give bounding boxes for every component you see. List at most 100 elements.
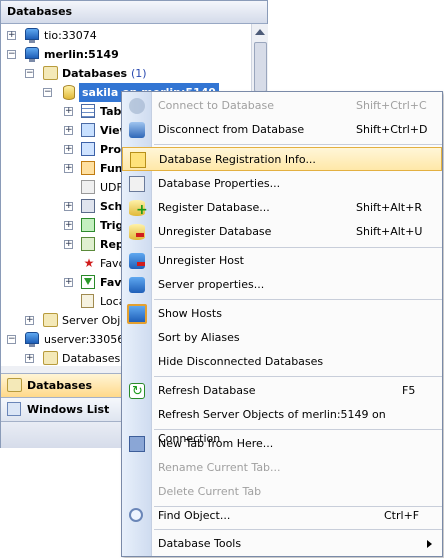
collapse-button[interactable]: − [7, 335, 16, 344]
collapse-button[interactable]: − [25, 69, 34, 78]
menu-separator [154, 376, 442, 377]
tree-node-label: Sch [100, 200, 123, 213]
menu-item-label: Unregister Database [158, 225, 272, 238]
menu-item-shortcut: Shift+Alt+U [356, 225, 423, 238]
expand-button[interactable]: + [64, 145, 73, 154]
expand-button[interactable]: + [64, 164, 73, 173]
menu-item-show-hosts[interactable]: Show Hosts [122, 302, 442, 326]
unregister-database-icon [129, 224, 145, 240]
menu-item-label: Disconnect from Database [158, 123, 305, 136]
menu-item-find-object[interactable]: Find Object... Ctrl+F [122, 504, 442, 528]
menu-separator [154, 429, 442, 430]
menu-separator [154, 247, 442, 248]
menu-item-label: Database Tools [158, 537, 242, 550]
server-icon [25, 332, 39, 347]
nav-databases-label: Databases [27, 379, 93, 392]
menu-item-label: Database Properties... [158, 177, 281, 190]
panel-title: Databases [1, 1, 267, 24]
menu-item-shortcut: Shift+Ctrl+D [356, 123, 428, 136]
database-properties-icon [129, 176, 145, 192]
submenu-arrow-icon [427, 540, 432, 548]
expand-button[interactable]: + [64, 278, 73, 287]
server-icon [25, 47, 39, 62]
register-database-icon [129, 198, 148, 222]
server-objects-icon [43, 313, 58, 327]
menu-item-label: New Tab from Here... [158, 437, 274, 450]
expand-button[interactable]: + [64, 202, 73, 211]
expand-button[interactable]: + [25, 316, 34, 325]
expand-button[interactable]: + [7, 31, 16, 40]
menu-item-database-tools[interactable]: Database Tools [122, 532, 442, 556]
favorite-queries-icon [81, 275, 95, 289]
server-icon [25, 28, 39, 43]
tree-node-label: Databases (1) [62, 64, 147, 83]
menu-item-rename-current-tab[interactable]: Rename Current Tab... [122, 456, 442, 480]
menu-item-new-tab-from-here[interactable]: New Tab from Here... [122, 432, 442, 456]
tree-node-label: userver:33056 [44, 333, 125, 346]
tree-node-merlin[interactable]: − merlin:5149 [1, 45, 251, 64]
menu-item-refresh-database[interactable]: Refresh Database F5 [122, 379, 442, 404]
databases-label: Databases [62, 67, 128, 80]
menu-separator [154, 299, 442, 300]
menu-item-refresh-server-objects[interactable]: Refresh Server Objects of merlin:5149 on… [122, 403, 442, 445]
menu-item-shortcut: F5 [402, 384, 416, 397]
menu-item-database-registration-info[interactable]: Database Registration Info... [122, 147, 442, 171]
menu-item-label: Connect to Database [158, 99, 275, 112]
menu-item-disconnect-from-database[interactable]: Disconnect from Database Shift+Ctrl+D [122, 118, 442, 142]
collapse-button[interactable]: − [7, 50, 16, 59]
menu-item-sort-by-aliases[interactable]: Sort by Aliases [122, 326, 442, 350]
menu-item-hide-disconnected-databases[interactable]: Hide Disconnected Databases [122, 350, 442, 374]
tree-node-databases[interactable]: − Databases (1) [1, 64, 251, 83]
menu-item-server-properties[interactable]: Server properties... [122, 273, 442, 297]
scrollbar-thumb[interactable] [254, 42, 267, 92]
scheduled-events-icon [81, 199, 95, 213]
nav-windows-list-label: Windows List [27, 403, 110, 416]
tables-icon [81, 104, 95, 118]
expand-button[interactable]: + [64, 126, 73, 135]
menu-item-label: Database Registration Info... [159, 153, 316, 166]
databases-folder-icon [43, 351, 58, 365]
databases-nav-icon [7, 378, 22, 392]
menu-item-label: Unregister Host [158, 254, 244, 267]
scroll-up-arrow-icon[interactable] [255, 29, 265, 35]
unregister-host-icon [129, 253, 145, 269]
menu-separator [154, 144, 442, 145]
menu-item-unregister-host[interactable]: Unregister Host [122, 249, 442, 273]
context-menu: Connect to Database Shift+Ctrl+C Disconn… [121, 91, 443, 557]
expand-button[interactable]: + [25, 354, 34, 363]
tree-node-tio[interactable]: + tio:33074 [1, 26, 251, 45]
menu-item-database-properties[interactable]: Database Properties... [122, 172, 442, 196]
tree-node-label: UDF [100, 181, 123, 194]
menu-item-shortcut: Ctrl+F [384, 509, 420, 522]
menu-item-label: Server properties... [158, 278, 265, 291]
show-hosts-icon [127, 304, 147, 324]
menu-item-label: Refresh Database [158, 384, 256, 397]
expand-button[interactable]: + [64, 107, 73, 116]
menu-item-label: Delete Current Tab [158, 485, 262, 498]
expand-button[interactable]: + [64, 240, 73, 249]
tree-node-label: Tab [100, 105, 122, 118]
reports-icon [81, 237, 95, 251]
menu-item-label: Register Database... [158, 201, 270, 214]
collapse-button[interactable]: − [43, 88, 52, 97]
favorites-star-icon: ★ [83, 256, 95, 270]
windows-list-icon [7, 402, 21, 416]
menu-item-label: Sort by Aliases [158, 331, 240, 344]
menu-item-register-database[interactable]: Register Database... Shift+Alt+R [122, 196, 442, 222]
expand-button[interactable]: + [64, 221, 73, 230]
tree-node-label: tio:33074 [44, 29, 97, 42]
registration-info-icon [130, 152, 146, 168]
menu-item-label: Show Hosts [158, 307, 222, 320]
disconnect-icon [129, 122, 145, 138]
find-magnifier-icon [129, 508, 143, 522]
menu-item-unregister-database[interactable]: Unregister Database Shift+Alt+U [122, 220, 442, 244]
refresh-icon [129, 380, 145, 404]
tree-node-label: merlin:5149 [44, 48, 119, 61]
database-icon [63, 85, 75, 100]
tree-node-label: Fun [100, 162, 123, 175]
tree-node-label: Databases ( [62, 352, 129, 365]
menu-item-label: Find Object... [158, 509, 231, 522]
menu-item-connect-to-database[interactable]: Connect to Database Shift+Ctrl+C [122, 94, 442, 118]
menu-item-delete-current-tab[interactable]: Delete Current Tab [122, 480, 442, 504]
menu-item-label: Rename Current Tab... [158, 461, 281, 474]
